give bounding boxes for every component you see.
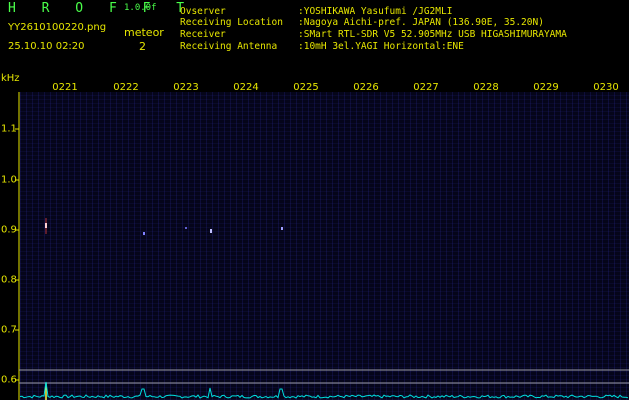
meteor-echo-1-core bbox=[45, 223, 47, 228]
signal-dot-3 bbox=[210, 229, 212, 233]
signal-level-trace bbox=[19, 381, 629, 399]
signal-dot-1 bbox=[143, 232, 145, 235]
signal-dot-4 bbox=[281, 227, 283, 230]
signal-dot-2 bbox=[185, 227, 187, 229]
spectrogram bbox=[15, 92, 629, 400]
